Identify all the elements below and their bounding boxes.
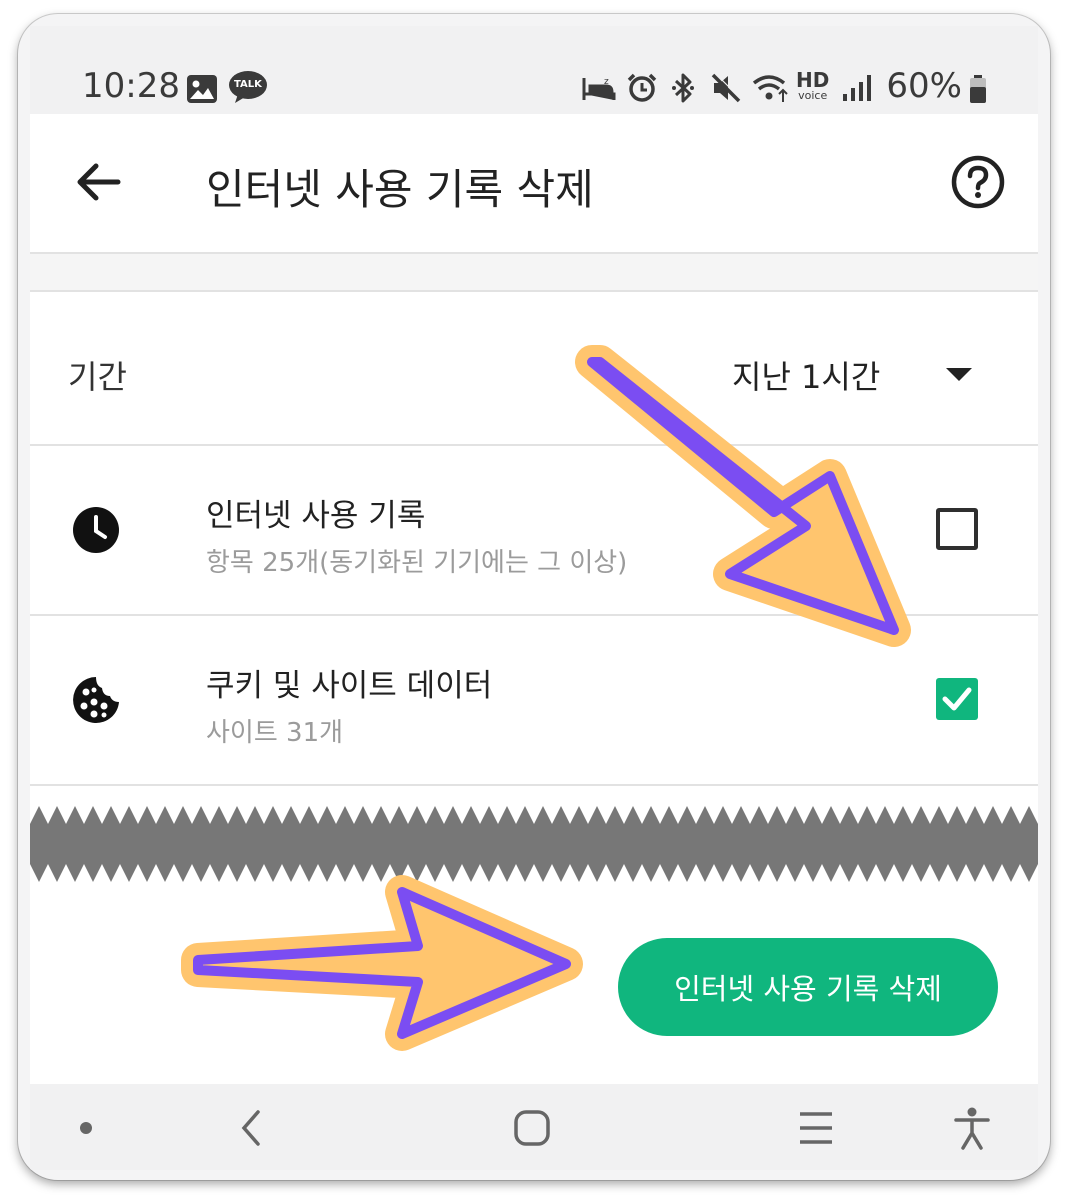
clock-icon [72, 506, 120, 554]
recents-icon[interactable] [794, 1106, 838, 1150]
home-icon[interactable] [510, 1106, 554, 1150]
dropdown-arrow-icon[interactable] [946, 368, 972, 381]
kakaotalk-icon: TALK [228, 70, 268, 106]
battery-icon [968, 74, 988, 104]
hd-label: HD [796, 68, 830, 92]
bottom-action-area: 인터넷 사용 기록 삭제 [30, 892, 1038, 1084]
status-time: 10:28 [82, 66, 180, 106]
sleep-icon: z [582, 76, 616, 102]
app-bar: 인터넷 사용 기록 삭제 [30, 114, 1038, 254]
item-subtitle: 항목 25개(동기화된 기기에는 그 이상) [206, 548, 628, 578]
signal-icon [842, 74, 872, 102]
help-circle-icon[interactable] [950, 154, 1006, 210]
list-item-cookies[interactable]: 쿠키 및 사이트 데이터 사이트 31개 [30, 616, 1038, 786]
gallery-icon [186, 74, 218, 104]
list-item-browsing-history[interactable]: 인터넷 사용 기록 항목 25개(동기화된 기기에는 그 이상) [30, 446, 1038, 616]
wifi-icon [752, 72, 790, 104]
status-bar: 10:28 TALK z HD voice 60% [30, 26, 1038, 114]
section-gap [30, 254, 1038, 292]
navigation-bar [30, 1084, 1038, 1170]
talk-badge-text: TALK [234, 79, 262, 90]
check-icon [942, 687, 972, 711]
nav-back-icon[interactable] [230, 1106, 274, 1150]
period-value[interactable]: 지난 1시간 [732, 352, 880, 398]
phone-frame: 10:28 TALK z HD voice 60% 인터넷 사용 기록 삭제 기… [18, 14, 1050, 1180]
alarm-icon [626, 72, 658, 104]
accessibility-icon[interactable] [950, 1106, 994, 1150]
period-label: 기간 [68, 358, 127, 396]
arrow-left-icon[interactable] [72, 156, 124, 208]
delete-history-button[interactable]: 인터넷 사용 기록 삭제 [618, 938, 998, 1036]
dot-icon [64, 1106, 108, 1150]
history-checkbox[interactable] [936, 508, 978, 550]
cookies-checkbox[interactable] [936, 678, 978, 720]
torn-paper-divider [30, 806, 1038, 882]
hd-voice-icon: HD voice [796, 70, 829, 101]
screen: 10:28 TALK z HD voice 60% 인터넷 사용 기록 삭제 기… [30, 26, 1038, 1170]
svg-text:z: z [604, 77, 609, 87]
cookie-icon [72, 676, 120, 724]
bluetooth-icon [670, 72, 696, 104]
page-title: 인터넷 사용 기록 삭제 [206, 165, 594, 214]
item-title: 인터넷 사용 기록 [206, 498, 426, 534]
item-title: 쿠키 및 사이트 데이터 [206, 668, 493, 704]
mute-icon [710, 72, 742, 104]
period-selector[interactable]: 기간 지난 1시간 [30, 292, 1038, 446]
battery-percent: 60% [886, 66, 962, 106]
voice-label: voice [798, 89, 828, 102]
item-subtitle: 사이트 31개 [206, 718, 344, 748]
